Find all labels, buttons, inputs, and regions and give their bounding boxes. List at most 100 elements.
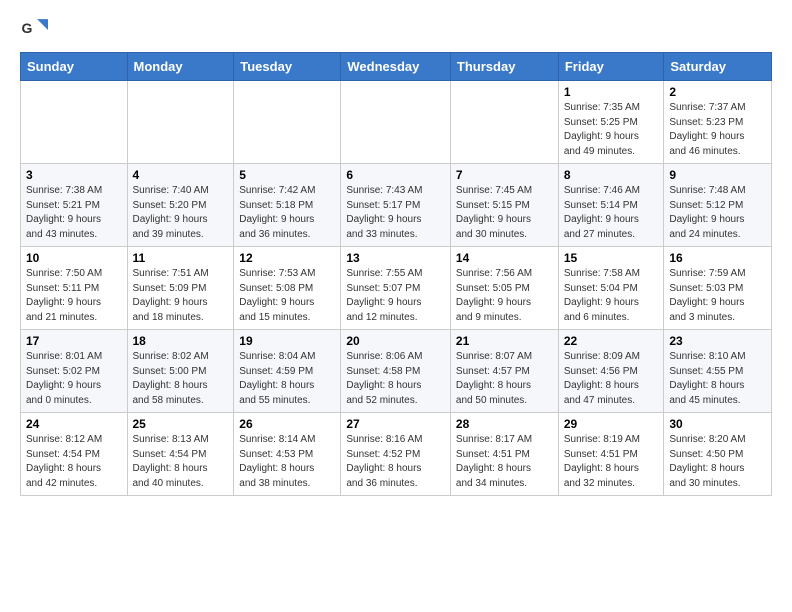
week-row-2: 3 Sunrise: 7:38 AM Sunset: 5:21 PM Daylig… — [21, 164, 772, 247]
day-cell: 2 Sunrise: 7:37 AM Sunset: 5:23 PM Daylig… — [664, 81, 772, 164]
generalblue-logo-icon: G — [20, 16, 48, 44]
day-info: Sunrise: 8:01 AM Sunset: 5:02 PM Dayligh… — [26, 350, 122, 408]
day-cell: 28Sunrise: 8:17 AM Sunset: 4:51 PM Dayli… — [450, 413, 558, 496]
day-cell: 27Sunrise: 8:16 AM Sunset: 4:52 PM Dayli… — [341, 413, 451, 496]
day-info: Sunrise: 8:20 AM Sunset: 4:50 PM Dayligh… — [669, 433, 766, 491]
day-cell: 10 Sunrise: 7:50 AM Sunset: 5:11 PM Dayli… — [21, 247, 128, 330]
day-cell: 6 Sunrise: 7:43 AM Sunset: 5:17 PM Daylig… — [341, 164, 451, 247]
week-row-1: 1 Sunrise: 7:35 AM Sunset: 5:25 PM Daylig… — [21, 81, 772, 164]
day-cell: 15Sunrise: 7:58 AM Sunset: 5:04 PM Dayli… — [558, 247, 664, 330]
weekday-header-sunday: Sunday — [21, 53, 128, 81]
calendar-table: SundayMondayTuesdayWednesdayThursdayFrid… — [20, 52, 772, 496]
day-cell: 12Sunrise: 7:53 AM Sunset: 5:08 PM Dayli… — [234, 247, 341, 330]
day-cell: 26 Sunrise: 8:14 AM Sunset: 4:53 PM Dayli… — [234, 413, 341, 496]
weekday-header-friday: Friday — [558, 53, 664, 81]
logo: G — [20, 16, 52, 44]
day-number: 3 — [26, 168, 122, 182]
day-cell: 17 Sunrise: 8:01 AM Sunset: 5:02 PM Dayli… — [21, 330, 128, 413]
day-cell: 5Sunrise: 7:42 AM Sunset: 5:18 PM Daylig… — [234, 164, 341, 247]
day-number: 16 — [669, 251, 766, 265]
day-number: 2 — [669, 85, 766, 99]
day-number: 23 — [669, 334, 766, 348]
day-cell — [21, 81, 128, 164]
day-number: 17 — [26, 334, 122, 348]
page: G SundayMondayTuesdayWednesdayThursdayFr… — [0, 0, 792, 516]
day-number: 7 — [456, 168, 553, 182]
day-info: Sunrise: 7:59 AM Sunset: 5:03 PM Dayligh… — [669, 267, 766, 325]
day-cell: 25Sunrise: 8:13 AM Sunset: 4:54 PM Dayli… — [127, 413, 234, 496]
day-number: 10 — [26, 251, 122, 265]
day-cell: 7 Sunrise: 7:45 AM Sunset: 5:15 PM Daylig… — [450, 164, 558, 247]
day-cell — [234, 81, 341, 164]
day-number: 22 — [564, 334, 659, 348]
day-cell — [127, 81, 234, 164]
day-info: Sunrise: 7:43 AM Sunset: 5:17 PM Dayligh… — [346, 184, 445, 242]
day-info: Sunrise: 7:50 AM Sunset: 5:11 PM Dayligh… — [26, 267, 122, 325]
weekday-header-wednesday: Wednesday — [341, 53, 451, 81]
day-number: 6 — [346, 168, 445, 182]
day-cell: 4 Sunrise: 7:40 AM Sunset: 5:20 PM Daylig… — [127, 164, 234, 247]
day-info: Sunrise: 7:55 AM Sunset: 5:07 PM Dayligh… — [346, 267, 445, 325]
weekday-header-thursday: Thursday — [450, 53, 558, 81]
weekday-header-monday: Monday — [127, 53, 234, 81]
day-cell: 1 Sunrise: 7:35 AM Sunset: 5:25 PM Daylig… — [558, 81, 664, 164]
day-cell: 16 Sunrise: 7:59 AM Sunset: 5:03 PM Dayli… — [664, 247, 772, 330]
day-number: 28 — [456, 417, 553, 431]
day-info: Sunrise: 7:37 AM Sunset: 5:23 PM Dayligh… — [669, 101, 766, 159]
day-cell: 30 Sunrise: 8:20 AM Sunset: 4:50 PM Dayli… — [664, 413, 772, 496]
day-cell: 21 Sunrise: 8:07 AM Sunset: 4:57 PM Dayli… — [450, 330, 558, 413]
day-cell: 14Sunrise: 7:56 AM Sunset: 5:05 PM Dayli… — [450, 247, 558, 330]
header: G — [20, 16, 772, 44]
day-cell: 19 Sunrise: 8:04 AM Sunset: 4:59 PM Dayli… — [234, 330, 341, 413]
day-info: Sunrise: 8:04 AM Sunset: 4:59 PM Dayligh… — [239, 350, 335, 408]
day-info: Sunrise: 7:51 AM Sunset: 5:09 PM Dayligh… — [133, 267, 229, 325]
day-info: Sunrise: 8:09 AM Sunset: 4:56 PM Dayligh… — [564, 350, 659, 408]
day-number: 29 — [564, 417, 659, 431]
day-cell: 13 Sunrise: 7:55 AM Sunset: 5:07 PM Dayli… — [341, 247, 451, 330]
week-row-5: 24 Sunrise: 8:12 AM Sunset: 4:54 PM Dayli… — [21, 413, 772, 496]
day-number: 13 — [346, 251, 445, 265]
day-cell: 20Sunrise: 8:06 AM Sunset: 4:58 PM Dayli… — [341, 330, 451, 413]
day-info: Sunrise: 7:40 AM Sunset: 5:20 PM Dayligh… — [133, 184, 229, 242]
day-number: 15 — [564, 251, 659, 265]
day-info: Sunrise: 8:02 AM Sunset: 5:00 PM Dayligh… — [133, 350, 229, 408]
day-number: 26 — [239, 417, 335, 431]
day-cell: 3 Sunrise: 7:38 AM Sunset: 5:21 PM Daylig… — [21, 164, 128, 247]
day-number: 19 — [239, 334, 335, 348]
weekday-header-tuesday: Tuesday — [234, 53, 341, 81]
day-info: Sunrise: 7:35 AM Sunset: 5:25 PM Dayligh… — [564, 101, 659, 159]
day-info: Sunrise: 7:45 AM Sunset: 5:15 PM Dayligh… — [456, 184, 553, 242]
day-info: Sunrise: 7:38 AM Sunset: 5:21 PM Dayligh… — [26, 184, 122, 242]
day-cell: 8 Sunrise: 7:46 AM Sunset: 5:14 PM Daylig… — [558, 164, 664, 247]
day-info: Sunrise: 8:12 AM Sunset: 4:54 PM Dayligh… — [26, 433, 122, 491]
day-info: Sunrise: 8:07 AM Sunset: 4:57 PM Dayligh… — [456, 350, 553, 408]
day-number: 4 — [133, 168, 229, 182]
day-number: 30 — [669, 417, 766, 431]
day-cell: 24 Sunrise: 8:12 AM Sunset: 4:54 PM Dayli… — [21, 413, 128, 496]
weekday-header-saturday: Saturday — [664, 53, 772, 81]
day-cell: 11 Sunrise: 7:51 AM Sunset: 5:09 PM Dayli… — [127, 247, 234, 330]
day-number: 9 — [669, 168, 766, 182]
day-number: 21 — [456, 334, 553, 348]
day-number: 18 — [133, 334, 229, 348]
day-info: Sunrise: 8:14 AM Sunset: 4:53 PM Dayligh… — [239, 433, 335, 491]
day-number: 14 — [456, 251, 553, 265]
day-cell — [450, 81, 558, 164]
day-cell: 9 Sunrise: 7:48 AM Sunset: 5:12 PM Daylig… — [664, 164, 772, 247]
day-number: 1 — [564, 85, 659, 99]
svg-text:G: G — [22, 20, 33, 36]
day-info: Sunrise: 8:13 AM Sunset: 4:54 PM Dayligh… — [133, 433, 229, 491]
week-row-4: 17 Sunrise: 8:01 AM Sunset: 5:02 PM Dayli… — [21, 330, 772, 413]
weekday-header-row: SundayMondayTuesdayWednesdayThursdayFrid… — [21, 53, 772, 81]
day-info: Sunrise: 8:19 AM Sunset: 4:51 PM Dayligh… — [564, 433, 659, 491]
day-number: 11 — [133, 251, 229, 265]
day-number: 8 — [564, 168, 659, 182]
day-number: 24 — [26, 417, 122, 431]
day-info: Sunrise: 7:46 AM Sunset: 5:14 PM Dayligh… — [564, 184, 659, 242]
day-cell: 29 Sunrise: 8:19 AM Sunset: 4:51 PM Dayli… — [558, 413, 664, 496]
day-info: Sunrise: 8:06 AM Sunset: 4:58 PM Dayligh… — [346, 350, 445, 408]
week-row-3: 10 Sunrise: 7:50 AM Sunset: 5:11 PM Dayli… — [21, 247, 772, 330]
day-number: 27 — [346, 417, 445, 431]
day-info: Sunrise: 7:48 AM Sunset: 5:12 PM Dayligh… — [669, 184, 766, 242]
day-cell — [341, 81, 451, 164]
